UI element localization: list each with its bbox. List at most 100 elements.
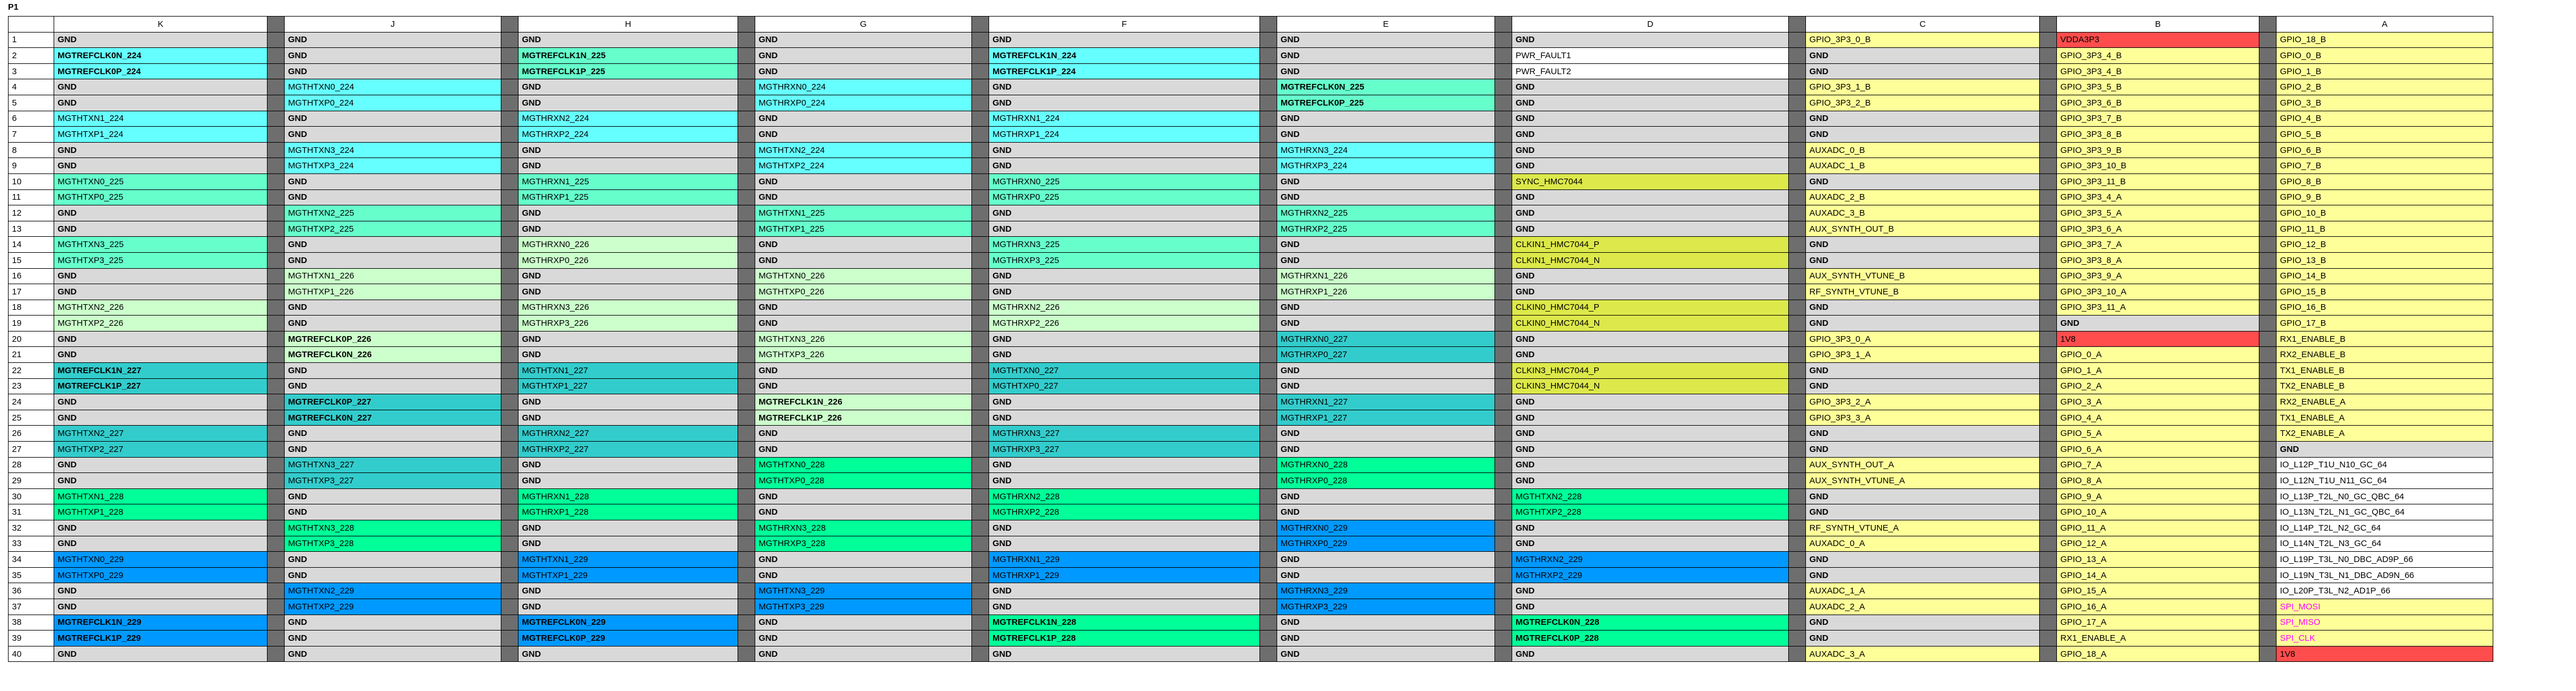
column-separator — [738, 645, 755, 662]
pin-cell: GND — [518, 268, 738, 285]
column-separator — [1494, 425, 1512, 442]
column-separator — [1788, 630, 1806, 646]
column-separator — [2259, 362, 2277, 379]
pin-cell: MGTREFCLK1N_229 — [54, 614, 268, 631]
pin-cell: GPIO_3P3_4_B — [2056, 63, 2259, 80]
pin-cell: MGTHRXP3_228 — [755, 535, 972, 552]
column-separator — [2259, 378, 2277, 395]
row-number: 17 — [8, 284, 54, 300]
column-separator — [267, 205, 285, 221]
pin-cell: GPIO_3P3_10_B — [2056, 157, 2259, 174]
column-separator — [971, 409, 989, 426]
pin-cell: GND — [284, 645, 501, 662]
pin-cell: GND — [1805, 567, 2040, 584]
pin-cell: MGTHRXP0_227 — [1277, 346, 1495, 363]
column-separator — [2039, 456, 2057, 474]
pin-cell: GND — [1805, 63, 2040, 80]
column-separator — [738, 220, 755, 237]
table-row: 6 MGTHTXN1_224 GND MGTHRXN2_224 GND MGTHRXN1_… — [8, 110, 2493, 127]
table-row: 24 GND MGTREFCLK0P_227 GND MGTREFCLK1N_226 GN… — [8, 394, 2493, 410]
row-number: 1 — [8, 31, 54, 49]
row-number: 33 — [8, 535, 54, 552]
row-number: 8 — [8, 142, 54, 159]
column-separator — [738, 488, 755, 505]
pin-cell: MGTREFCLK1P_226 — [755, 409, 972, 426]
pin-cell: GPIO_13_B — [2276, 252, 2493, 269]
pin-cell: GND — [1277, 236, 1495, 253]
column-separator — [2259, 488, 2277, 505]
column-separator — [2039, 425, 2057, 442]
column-separator — [2259, 252, 2277, 269]
column-separator — [1259, 79, 1277, 95]
column-separator — [501, 520, 519, 536]
pin-cell: IO_L19N_T3L_N1_DBC_AD9N_66 — [2276, 567, 2493, 584]
pin-cell: GND — [989, 394, 1260, 410]
pin-cell: GPIO_3P3_1_A — [1805, 346, 2040, 363]
pin-cell: MGTHTXN1_224 — [54, 110, 268, 127]
column-separator — [1494, 346, 1512, 363]
pin-cell: AUXADC_0_A — [1805, 535, 2040, 552]
pin-cell: GND — [1805, 315, 2040, 332]
column-separator — [971, 567, 989, 584]
pin-cell: GND — [284, 236, 501, 253]
pin-cell: MGTHTXN3_228 — [284, 520, 501, 536]
column-separator — [501, 535, 519, 552]
column-header-j: J — [284, 16, 501, 33]
pin-cell: GPIO_3P3_9_A — [2056, 268, 2259, 285]
pin-cell: GND — [755, 47, 972, 64]
pin-cell: GND — [284, 630, 501, 646]
pin-cell: MGTHRXP2_229 — [1512, 567, 1789, 584]
pin-cell: MGTHTXP3_224 — [284, 157, 501, 174]
pin-cell: GPIO_0_A — [2056, 346, 2259, 363]
table-row: 36 GND MGTHTXN2_229 GND MGTHTXN3_229 GND MGTHR… — [8, 583, 2493, 599]
column-separator — [1788, 330, 1806, 347]
pin-cell: GND — [54, 645, 268, 662]
column-separator — [2039, 394, 2057, 410]
row-number: 6 — [8, 110, 54, 127]
column-separator — [1259, 126, 1277, 143]
column-separator — [1788, 551, 1806, 568]
column-header-d: D — [1512, 16, 1789, 33]
table-row: 7 MGTHTXP1_224 GND MGTHRXP2_224 GND MGTHRXP1_… — [8, 126, 2493, 143]
column-separator — [971, 110, 989, 127]
column-separator — [501, 126, 519, 143]
column-separator — [738, 614, 755, 631]
column-separator — [2259, 268, 2277, 285]
pin-cell: MGTHTXN2_228 — [1512, 488, 1789, 505]
pin-cell: MGTREFCLK0N_229 — [518, 614, 738, 631]
column-separator — [971, 551, 989, 568]
column-separator — [1788, 47, 1806, 64]
column-separator — [2039, 583, 2057, 599]
pin-cell: GPIO_3P3_0_A — [1805, 330, 2040, 347]
column-separator — [2259, 425, 2277, 442]
pin-cell: MGTHRXN2_226 — [989, 299, 1260, 316]
column-separator — [1259, 205, 1277, 221]
pin-cell: GND — [1805, 47, 2040, 64]
column-separator — [971, 63, 989, 80]
pin-cell: MGTHRXN1_224 — [989, 110, 1260, 127]
column-separator — [738, 520, 755, 536]
column-separator — [738, 173, 755, 190]
pin-cell: GND — [284, 252, 501, 269]
row-number: 35 — [8, 567, 54, 584]
column-separator — [1494, 441, 1512, 458]
column-separator — [738, 268, 755, 285]
pin-cell: MGTHTXP2_224 — [755, 157, 972, 174]
pin-cell: GPIO_3P3_6_B — [2056, 94, 2259, 111]
column-separator — [2259, 79, 2277, 95]
pin-cell: GND — [1512, 472, 1789, 489]
column-separator — [2259, 567, 2277, 584]
column-separator — [738, 330, 755, 347]
pin-cell: GND — [1277, 252, 1495, 269]
column-separator — [1788, 94, 1806, 111]
pin-cell: GND — [755, 110, 972, 127]
column-separator — [501, 189, 519, 206]
pin-cell: MGTHRXP3_226 — [518, 315, 738, 332]
pin-cell: MGTREFCLK0N_226 — [284, 346, 501, 363]
pin-cell: 1V8 — [2276, 645, 2493, 662]
pin-cell: GPIO_12_B — [2276, 236, 2493, 253]
pin-cell: GPIO_11_B — [2276, 220, 2493, 237]
pin-cell: GND — [989, 284, 1260, 300]
pin-cell: MGTHTXN2_224 — [755, 142, 972, 159]
column-separator — [1259, 330, 1277, 347]
